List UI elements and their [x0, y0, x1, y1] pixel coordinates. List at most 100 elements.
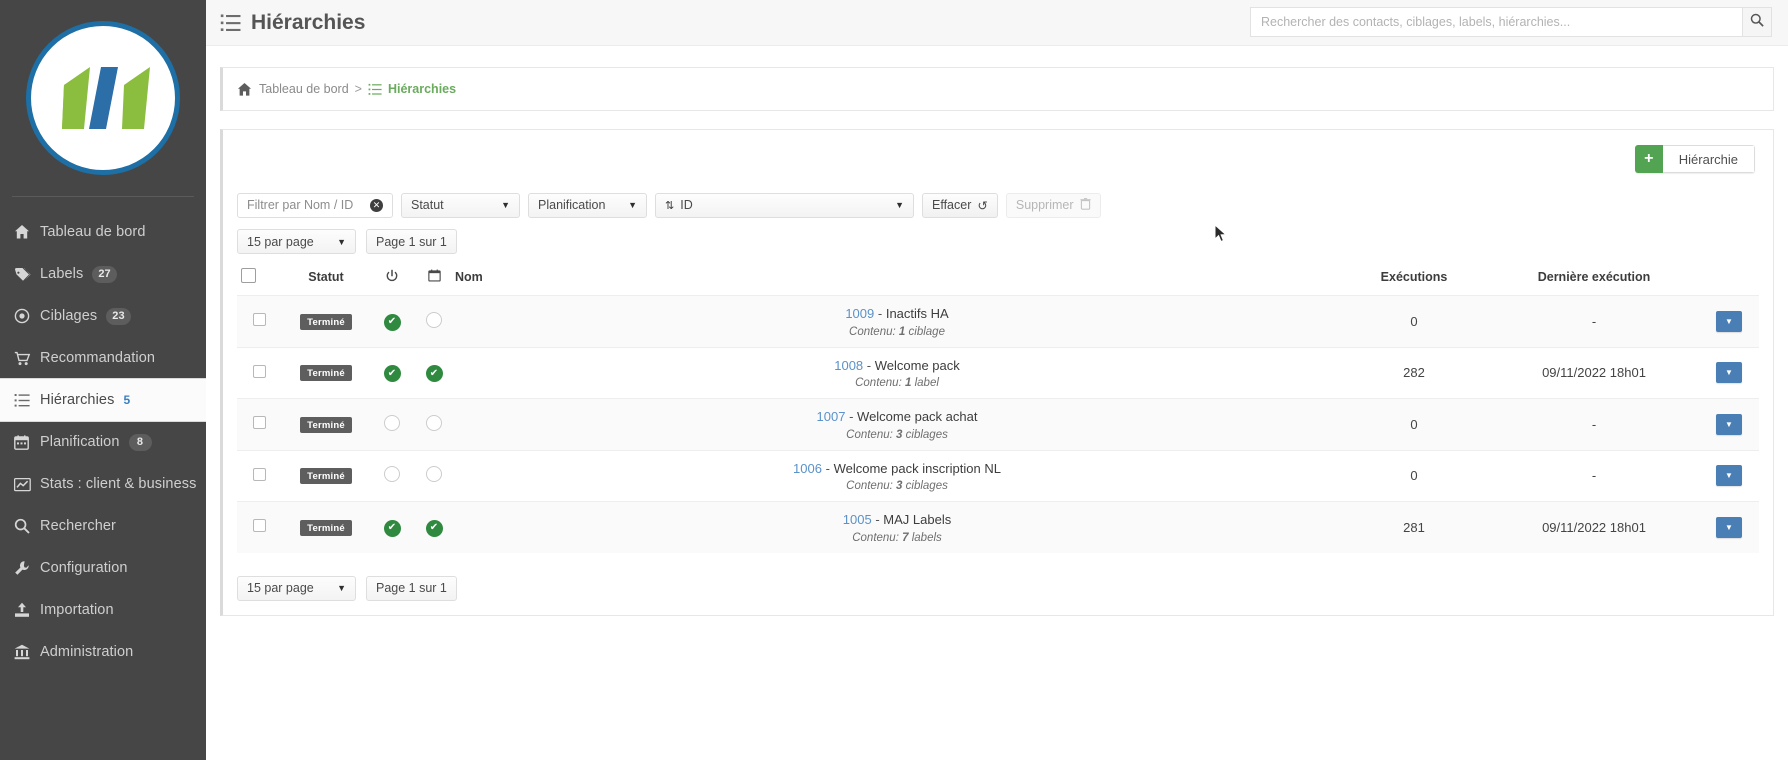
select-all-checkbox[interactable]	[241, 268, 256, 283]
sidebar-item-labels[interactable]: Labels 27	[0, 253, 206, 295]
search-button[interactable]	[1742, 7, 1772, 37]
row-power-cell[interactable]: ✔	[371, 296, 413, 348]
row-contenu-count: 7	[902, 531, 909, 544]
top-bar: Hiérarchies	[206, 0, 1788, 46]
row-contenu-type: ciblages	[905, 480, 948, 493]
row-actions-button[interactable]: ▼	[1716, 362, 1742, 384]
content: Tableau de bord > Hiérarchies + Hiérarch…	[206, 67, 1788, 616]
row-id-link[interactable]: 1007	[817, 409, 846, 424]
tag-icon	[14, 267, 40, 282]
sidebar-item-administration[interactable]: Administration	[0, 631, 206, 673]
row-checkbox[interactable]	[252, 519, 266, 533]
calendar-icon	[14, 434, 40, 450]
table-row[interactable]: Terminé ✔ ✔ 1008 - Welcome pack Contenu:…	[237, 347, 1759, 399]
planification-select[interactable]: Planification ▼	[528, 192, 647, 218]
row-checkbox[interactable]	[252, 416, 266, 430]
filter-placeholder: Filtrer par Nom / ID	[247, 198, 354, 212]
supprimer-button[interactable]: Supprimer	[1005, 192, 1101, 218]
row-dash: -	[877, 306, 883, 321]
row-checkbox-cell	[237, 450, 281, 502]
per-page-select-bottom[interactable]: 15 par page ▼	[237, 575, 356, 601]
statut-select[interactable]: Statut ▼	[401, 192, 520, 218]
sidebar-item-recommandation[interactable]: Recommandation	[0, 337, 206, 379]
panel-toolbar: + Hiérarchie	[223, 130, 1773, 188]
clear-circle-icon[interactable]: ✕	[370, 198, 383, 212]
sidebar-item-rechercher[interactable]: Rechercher	[0, 505, 206, 547]
search-icon	[14, 518, 40, 534]
table-row[interactable]: Terminé ✔ ✔ 1005 - MAJ Labels Contenu: 7…	[237, 501, 1759, 553]
row-contenu: Contenu: 3 ciblages	[455, 429, 1339, 441]
row-contenu-type: labels	[911, 531, 942, 544]
search-input[interactable]	[1250, 7, 1742, 37]
global-search	[1250, 7, 1772, 37]
row-statut-cell: Terminé	[281, 450, 371, 502]
row-actions-cell: ▼	[1699, 399, 1759, 451]
row-id-link[interactable]: 1005	[843, 512, 872, 527]
row-dash: -	[875, 512, 880, 528]
row-name-line: 1008 - Welcome pack	[455, 357, 1339, 375]
row-derniere-execution: -	[1591, 468, 1597, 484]
row-actions-button[interactable]: ▼	[1716, 465, 1742, 487]
sidebar-item-ciblages[interactable]: Ciblages 23	[0, 295, 206, 337]
statut-header: Statut	[308, 270, 344, 284]
row-power-cell[interactable]: ✔	[371, 502, 413, 553]
row-statut-cell: Terminé	[281, 347, 371, 399]
filters-row: Filtrer par Nom / ID ✕ Statut ▼ Planific…	[223, 188, 1773, 222]
sidebar-item-planification[interactable]: Planification 8	[0, 421, 206, 463]
sidebar-badge: 23	[106, 307, 131, 325]
row-power-cell[interactable]: ✔	[371, 347, 413, 399]
power-off-icon	[384, 466, 400, 483]
row-actions-button[interactable]: ▼	[1716, 413, 1742, 435]
per-page-select-top[interactable]: 15 par page ▼	[237, 229, 356, 254]
row-checkbox[interactable]	[252, 313, 266, 327]
bank-icon	[14, 644, 40, 660]
effacer-button[interactable]: Effacer ↺	[922, 192, 998, 218]
row-contenu-type: label	[914, 377, 939, 390]
row-checkbox-cell	[237, 399, 281, 451]
table-row[interactable]: Terminé 1007 - Welcome pack achat Conten…	[237, 398, 1759, 451]
row-power-cell[interactable]	[371, 399, 413, 451]
cart-icon	[14, 351, 40, 366]
row-id-link[interactable]: 1009	[845, 306, 874, 321]
filter-name-id-input[interactable]: Filtrer par Nom / ID ✕	[237, 192, 393, 218]
row-planification-cell[interactable]: ✔	[413, 502, 455, 553]
row-actions-button[interactable]: ▼	[1716, 310, 1742, 332]
sidebar-item-hierarchies[interactable]: Hiérarchies 5	[0, 379, 206, 421]
row-planification-cell[interactable]	[413, 296, 455, 348]
breadcrumb-link-dashboard[interactable]: Tableau de bord	[259, 82, 349, 96]
row-dash: -	[866, 357, 872, 373]
row-id-link[interactable]: 1008	[834, 358, 863, 373]
add-hierarchie-button[interactable]: + Hiérarchie	[1634, 145, 1755, 173]
sidebar-item-configuration[interactable]: Configuration	[0, 547, 206, 589]
power-header	[371, 268, 413, 296]
sidebar-item-stats[interactable]: Stats : client & business	[0, 463, 206, 505]
row-name-cell: 1008 - Welcome pack Contenu: 1 label	[455, 347, 1339, 399]
sidebar-item-tableau-de-bord[interactable]: Tableau de bord	[0, 211, 206, 253]
row-actions-button[interactable]: ▼	[1716, 516, 1742, 538]
power-on-icon: ✔	[383, 365, 401, 383]
row-planification-cell[interactable]: ✔	[413, 347, 455, 399]
target-icon	[14, 308, 40, 324]
page-info-bottom: Page 1 sur 1	[366, 575, 457, 601]
logo[interactable]	[0, 0, 206, 196]
sidebar-item-importation[interactable]: Importation	[0, 589, 206, 631]
table-row[interactable]: Terminé ✔ 1009 - Inactifs HA Contenu: 1 …	[237, 295, 1759, 348]
table-row[interactable]: Terminé 1006 - Welcome pack inscription …	[237, 450, 1759, 502]
row-planification-cell[interactable]	[413, 399, 455, 451]
sort-select[interactable]: ⇅ ID ▼	[655, 192, 914, 218]
row-executions: 282	[1403, 365, 1425, 381]
row-power-cell[interactable]	[371, 450, 413, 502]
row-checkbox[interactable]	[252, 364, 266, 378]
app-root: Tableau de bord Labels 27 Ciblages 23 Re…	[0, 0, 1788, 760]
row-id-link[interactable]: 1006	[793, 461, 822, 476]
sidebar-badge: 5	[123, 393, 131, 407]
sidebar-item-label: Tableau de bord	[40, 224, 146, 240]
row-checkbox[interactable]	[252, 467, 266, 481]
row-planification-cell[interactable]	[413, 450, 455, 502]
sidebar-item-label: Recommandation	[40, 350, 156, 366]
row-actions-cell: ▼	[1699, 347, 1759, 399]
wrench-icon	[14, 560, 40, 576]
logo-circle	[26, 21, 180, 175]
row-contenu-label: Contenu:	[846, 480, 893, 493]
row-derniere-execution: 09/11/2022 18h01	[1542, 519, 1646, 535]
